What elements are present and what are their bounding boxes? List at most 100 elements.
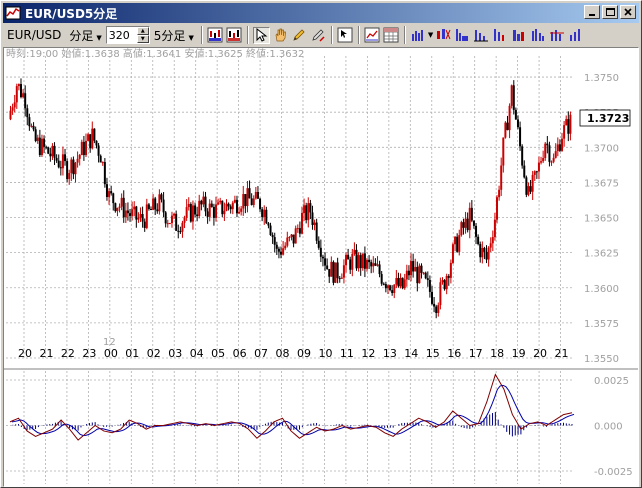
timeframe-label: 5分足 [153,28,186,43]
candle-body [22,93,25,98]
oscillator-bars-icon [493,29,504,41]
candle-body [380,274,383,284]
indicator-button-3[interactable] [472,27,489,44]
day-marker-label: 12 [103,337,116,348]
candle-body [324,258,327,266]
time-tick-label: 06 [233,347,247,360]
candle-body [68,173,71,180]
candle-body [74,162,77,175]
candle-body [238,211,241,214]
candle-body [512,85,515,110]
indicator-button-6[interactable] [529,27,546,44]
candle-body [91,128,94,149]
candle-body [72,159,75,175]
candle-body [47,147,50,154]
hand-icon [275,28,287,42]
candle-body [502,137,505,166]
price-tick-label: 1.3700 [584,143,619,154]
candle-body [38,137,41,155]
candle-body [336,262,339,279]
candle-body [280,251,283,255]
candle-body [422,272,425,274]
line-chart-button[interactable] [364,27,381,44]
candle-body [32,125,35,130]
time-tick-label: 20 [18,347,32,360]
time-tick-label: 15 [426,347,440,360]
indicator-button-7[interactable] [548,27,565,44]
candle-body [179,231,182,233]
candle-body [466,218,469,231]
candle-body [376,264,379,266]
candle-body [542,158,545,162]
candle-body [254,191,257,199]
candle-body [286,237,289,246]
chart-window: EUR/USD5分足 EUR/USD 分足▼ ▲ ▼ 5分足▼ [0,0,642,488]
candle-body [349,259,352,270]
candle-body [36,137,39,141]
candle-body [540,161,543,163]
candle-body [483,247,486,252]
crosshair-button[interactable] [337,27,354,44]
candle-body [477,236,480,245]
candle-body [500,165,503,190]
period-selector[interactable]: 分足 ▼ [69,27,101,44]
timeframe-selector[interactable]: 5分足 ▼ [154,27,194,44]
close-button[interactable] [620,5,636,19]
candle-body [284,245,287,249]
time-tick-label: 17 [469,347,483,360]
indicator-button-4[interactable] [491,27,508,44]
select-tool-button[interactable] [252,26,270,44]
candle-body [221,200,224,215]
candle-body [265,209,268,224]
bid-chart-button[interactable] [207,27,224,44]
candle-body [183,217,186,223]
dropdown-arrow-icon[interactable]: ▼ [428,31,433,39]
candle-body [225,203,228,211]
time-tick-label: 02 [147,347,161,360]
candle-body [420,265,423,273]
candle-body [468,207,471,231]
hand-tool-button[interactable] [272,27,289,44]
price-chart[interactable]: 時刻:19:00 始値:1.3638 高値:1.3641 安値:1.3625 終… [4,47,638,486]
spin-up-icon[interactable]: ▲ [136,27,149,35]
candle-body [496,197,499,220]
candle-body [558,144,561,151]
title-bar[interactable]: EUR/USD5分足 [3,3,639,23]
symbol-label: EUR/USD [7,28,62,42]
trendline-tool-button[interactable] [310,27,327,44]
indicator-button-1[interactable] [434,27,451,44]
candle-body [439,282,442,306]
candle-body [143,221,146,228]
indicator-menu-button[interactable] [410,27,427,44]
indicator-button-2[interactable] [453,27,470,44]
candle-body [374,263,377,266]
table-view-button[interactable] [383,27,400,44]
candle-body [481,247,484,258]
indicator-button-5[interactable] [510,27,527,44]
candle-body [443,280,446,290]
spin-down-icon[interactable]: ▼ [136,35,149,43]
candle-body [252,198,255,205]
bar-count-stepper[interactable]: ▲ ▼ [105,26,150,44]
candle-body [464,218,467,228]
price-tick-label: 1.3750 [584,73,619,84]
time-tick-label: 23 [82,347,96,360]
candle-body [370,262,373,267]
candle-body [519,127,522,147]
candle-body [416,266,419,284]
chart-panel[interactable]: 時刻:19:00 始値:1.3638 高値:1.3641 安値:1.3625 終… [3,47,639,487]
bar-count-input[interactable] [106,27,137,43]
candle-body [11,107,14,111]
ask-chart-button[interactable] [226,27,243,44]
indicator-button-8[interactable] [567,27,584,44]
candle-body [563,125,566,139]
candle-body [30,125,33,127]
maximize-button[interactable] [602,5,618,19]
minimize-button[interactable] [584,5,600,19]
candle-body [567,119,570,134]
pencil-tool-button[interactable] [291,27,308,44]
candle-body [76,158,79,163]
candle-body [493,219,496,238]
candle-body [445,276,448,290]
candle-body [191,205,194,222]
